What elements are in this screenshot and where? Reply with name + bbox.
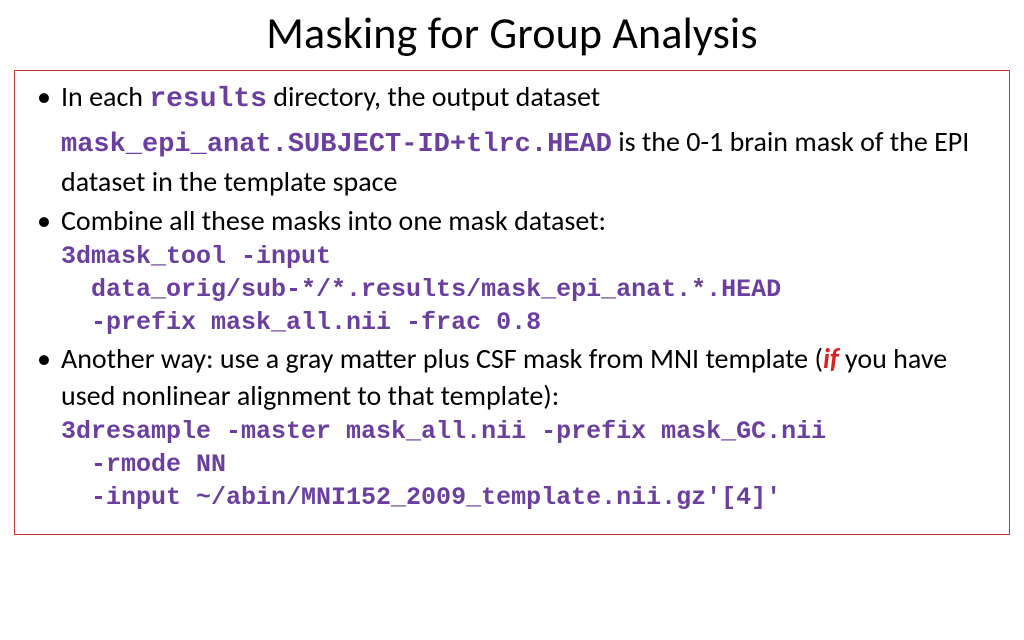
sub-line: mask_epi_anat.SUBJECT-ID+tlrc.HEAD is th…: [61, 123, 997, 201]
bullet-1: In each results directory, the output da…: [27, 79, 997, 201]
emphasis-if: if: [823, 341, 839, 376]
bullet-3: Another way: use a gray matter plus CSF …: [27, 341, 997, 514]
code-inline: results: [149, 84, 267, 115]
text: In each: [61, 79, 149, 114]
bullet-list: In each results directory, the output da…: [27, 79, 997, 514]
code-filename: mask_epi_anat.SUBJECT-ID+tlrc.HEAD: [61, 130, 612, 160]
content-box: In each results directory, the output da…: [14, 70, 1010, 535]
slide-title: Masking for Group Analysis: [0, 0, 1024, 70]
text: directory, the output dataset: [267, 79, 600, 114]
code-block: 3dresample -master mask_all.nii -prefix …: [61, 415, 997, 514]
text: Combine all these masks into one mask da…: [61, 203, 606, 238]
bullet-2: Combine all these masks into one mask da…: [27, 203, 997, 339]
slide: Masking for Group Analysis In each resul…: [0, 0, 1024, 640]
code-block: 3dmask_tool -input data_orig/sub-*/*.res…: [61, 240, 997, 339]
text: Another way: use a gray matter plus CSF …: [61, 341, 823, 376]
